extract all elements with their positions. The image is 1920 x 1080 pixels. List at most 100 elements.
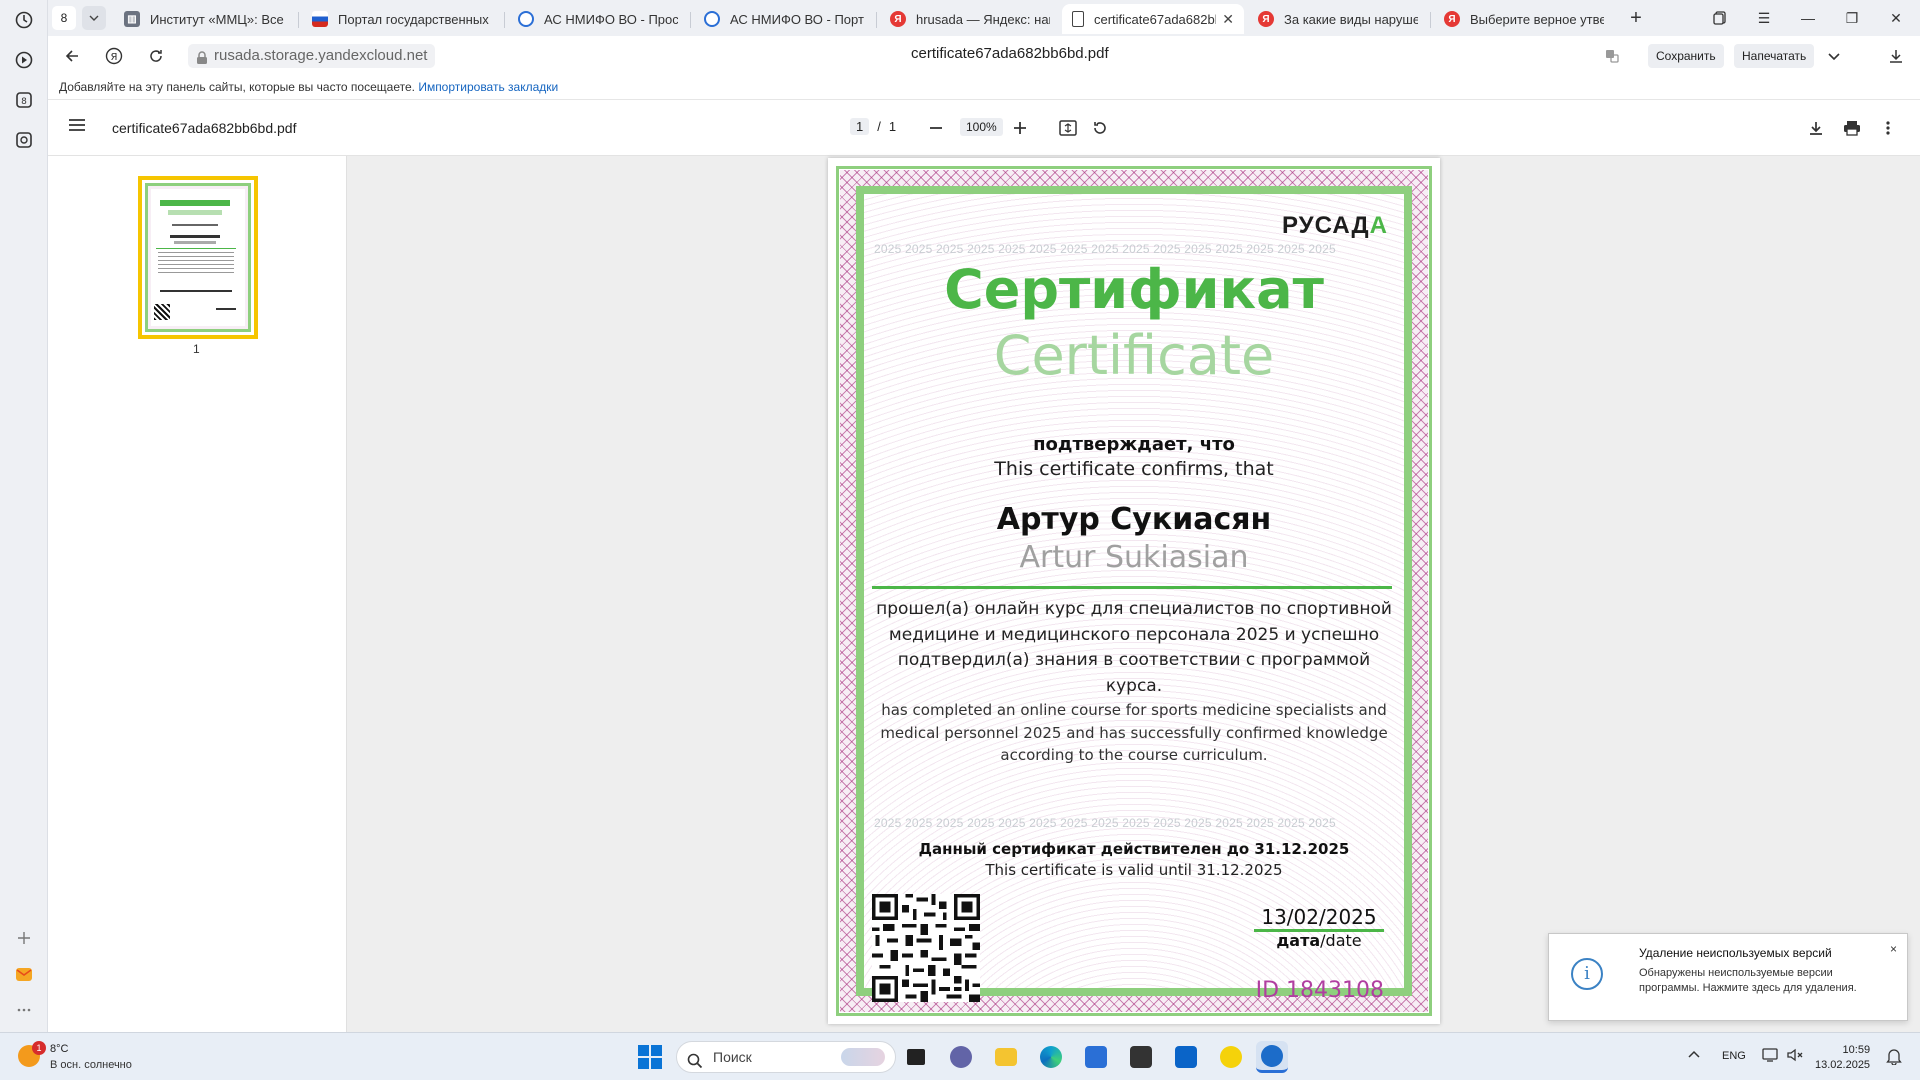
certificate-id: ID 1843108 (1255, 978, 1384, 1003)
fit-page-icon[interactable] (1056, 116, 1080, 140)
hamburger-menu-icon[interactable] (68, 116, 86, 139)
pdf-filename: certificate67ada682bb6bd.pdf (112, 120, 297, 136)
import-bookmarks-link[interactable]: Импортировать закладки (418, 80, 558, 94)
notifications-bell-icon[interactable] (1886, 1047, 1902, 1068)
tab-certificate[interactable]: certificate67ada682bb6 ✕ (1062, 4, 1244, 34)
back-icon[interactable] (58, 42, 86, 70)
new-tab-button[interactable]: + (1614, 0, 1658, 36)
close-tab-icon[interactable]: ✕ (1222, 11, 1234, 28)
play-icon[interactable] (8, 44, 40, 76)
emblem-icon (518, 11, 534, 27)
history-icon[interactable] (8, 4, 40, 36)
taskbar: 1 8°C В осн. солнечно Поиск ENG 10:59 13… (0, 1032, 1920, 1080)
title-en: Certificate (993, 324, 1275, 387)
display-icon[interactable] (1762, 1047, 1780, 1066)
rotate-icon[interactable] (1088, 116, 1112, 140)
minimize-button[interactable]: — (1786, 0, 1830, 36)
system-clock[interactable]: 10:59 13.02.2025 (1815, 1043, 1870, 1073)
tab-violations[interactable]: Я За какие виды нарушен (1248, 4, 1428, 34)
svg-text:Я: Я (111, 52, 118, 63)
tab-nmifo-2[interactable]: АС НМИФО ВО - Портф (694, 4, 874, 34)
url-text: rusada.storage.yandexcloud.net (214, 47, 428, 64)
settings-app-icon[interactable] (1125, 1041, 1157, 1073)
yandex-icon: Я (890, 11, 906, 27)
info-icon: i (1571, 958, 1603, 990)
edge-icon[interactable] (1035, 1041, 1067, 1073)
outlook-icon[interactable] (1170, 1041, 1202, 1073)
tab-statement[interactable]: Я Выберите верное утвер (1434, 4, 1614, 34)
page-total: 1 (888, 119, 897, 134)
taskbar-search[interactable]: Поиск (676, 1041, 896, 1073)
search-placeholder: Поиск (713, 1049, 752, 1065)
downloads-icon[interactable] (1882, 42, 1910, 70)
tab-title: За какие виды нарушен (1284, 11, 1418, 27)
download-icon[interactable] (1804, 116, 1828, 140)
chevron-down-icon[interactable] (1820, 42, 1848, 70)
tab-yandex-search[interactable]: Я hrusada — Яндекс: нашл (880, 4, 1060, 34)
weather-condition: В осн. солнечно (50, 1059, 132, 1071)
more-options-icon[interactable] (1876, 116, 1900, 140)
recipient-name-en: Artur Sukiasian (1019, 540, 1249, 575)
tab-strip: 8 ▥ Институт «ММЦ»: Все к Портал государ… (48, 0, 1920, 36)
task-view-icon[interactable] (900, 1041, 932, 1073)
windows-start-icon[interactable] (638, 1045, 662, 1069)
search-icon (687, 1049, 703, 1079)
update-notification[interactable]: i Удаление неиспользуемых версий Обнаруж… (1548, 933, 1908, 1021)
page-indicator: 1 / 1 (850, 118, 896, 135)
watermark-row: 2025 2025 2025 2025 2025 2025 2025 2025 … (874, 242, 1336, 256)
1c-icon[interactable] (1215, 1041, 1247, 1073)
pdf-page: РУСАДА 2025 2025 2025 2025 2025 2025 202… (828, 158, 1440, 1024)
collections-icon[interactable] (1698, 0, 1742, 36)
tab-title: hrusada — Яндекс: нашл (916, 11, 1050, 27)
volume-muted-icon[interactable] (1786, 1047, 1804, 1066)
page-thumbnail[interactable] (138, 176, 258, 339)
tab-mmc[interactable]: ▥ Институт «ММЦ»: Все к (114, 4, 294, 34)
yandex-browser-icon[interactable] (1256, 1041, 1288, 1073)
file-explorer-icon[interactable] (990, 1041, 1022, 1073)
yandex-icon[interactable]: Я (100, 42, 128, 70)
close-icon[interactable]: × (1890, 942, 1897, 956)
close-window-button[interactable]: ✕ (1874, 0, 1918, 36)
tab-gosuslugi[interactable]: Портал государственных (302, 4, 502, 34)
tab-title: Выберите верное утвер (1470, 11, 1604, 27)
tab-title: certificate67ada682bb6 (1094, 11, 1217, 27)
zoom-level[interactable]: 100% (960, 118, 1003, 136)
page-title: certificate67ada682bb6bd.pdf (911, 45, 1109, 62)
watermark-row: 2025 2025 2025 2025 2025 2025 2025 2025 … (874, 816, 1336, 830)
menu-icon[interactable]: ☰ (1742, 0, 1786, 36)
divider (872, 586, 1392, 589)
zoom-in-icon[interactable] (1008, 116, 1032, 140)
svg-text:8: 8 (21, 97, 27, 107)
emblem-icon (704, 11, 720, 27)
issue-date: 13/02/2025 (1254, 905, 1384, 932)
page-number-input[interactable]: 1 (850, 118, 870, 135)
bookmarks-hint: Добавляйте на эту панель сайты, которые … (59, 80, 415, 94)
tab-count-badge[interactable]: 8 (52, 6, 76, 30)
tab-title: Институт «ММЦ»: Все к (150, 11, 284, 27)
print-icon[interactable] (1840, 116, 1864, 140)
teams-icon[interactable] (945, 1041, 977, 1073)
reload-icon[interactable] (142, 42, 170, 70)
url-field[interactable]: rusada.storage.yandexcloud.net (188, 44, 436, 68)
mail-icon[interactable] (8, 958, 40, 990)
screenshot-icon[interactable] (8, 124, 40, 156)
restore-button[interactable]: ❐ (1830, 0, 1874, 36)
translate-icon[interactable] (1598, 42, 1626, 70)
more-icon[interactable] (8, 994, 40, 1026)
zoom-out-icon[interactable] (924, 116, 948, 140)
qr-code (872, 894, 980, 1002)
search-highlight-icon (841, 1048, 885, 1066)
save-button[interactable]: Сохранить (1648, 44, 1724, 68)
document-icon (1072, 11, 1084, 27)
tab-nmifo-1[interactable]: АС НМИФО ВО - Просмо (508, 4, 688, 34)
certificate: РУСАДА 2025 2025 2025 2025 2025 2025 202… (864, 194, 1404, 1003)
validity-ru: Данный сертификат действителен до 31.12.… (918, 840, 1350, 858)
tab-title: Портал государственных (338, 11, 489, 27)
print-button[interactable]: Напечатать (1734, 44, 1815, 68)
show-hidden-icons-icon[interactable] (1688, 1049, 1700, 1062)
tab-count-icon[interactable]: 8 (8, 84, 40, 116)
add-panel-icon[interactable] (8, 922, 40, 954)
language-indicator[interactable]: ENG (1722, 1050, 1746, 1062)
chevron-down-icon[interactable] (82, 6, 106, 30)
store-icon[interactable] (1080, 1041, 1112, 1073)
